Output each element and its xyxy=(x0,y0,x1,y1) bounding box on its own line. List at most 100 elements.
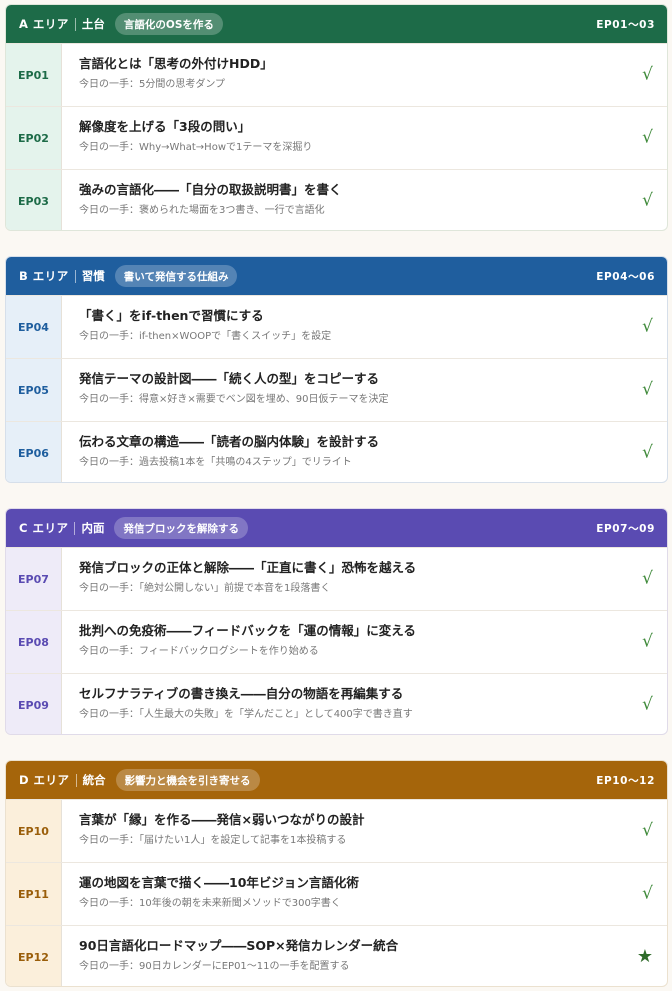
episode-content: 批判への免疫術――フィードバックを「運の情報」に変える 今日の一手：フィードバッ… xyxy=(62,611,667,673)
tagline-badge: 発信ブロックを解除する xyxy=(114,517,248,539)
check-icon: √ xyxy=(642,64,653,85)
episode-title: 強みの言語化――「自分の取扱説明書」を書く xyxy=(79,182,342,197)
episode-action: 今日の一手：得意×好き×需要でベン図を埋め、90日仮テーマを決定 xyxy=(79,394,389,405)
category-label: 土台 xyxy=(81,17,105,31)
episode-number: EP09 xyxy=(6,674,62,734)
episode-range: EP01〜03 xyxy=(596,18,655,31)
section-a: A エリア 土台 言語化のOSを作る EP01〜03 EP01 言語化とは「思考… xyxy=(5,4,668,231)
episode-title: 「書く」をif-thenで習慣にする xyxy=(79,308,264,323)
tagline-badge: 影響力と機会を引き寄せる xyxy=(115,769,260,791)
category-label: 内面 xyxy=(81,521,105,535)
episode-row[interactable]: EP02 解像度を上げる「3段の問い」 今日の一手：Why→What→Howで1… xyxy=(6,106,667,169)
check-icon: √ xyxy=(642,568,653,589)
episode-title: 運の地図を言葉で描く――10年ビジョン言語化術 xyxy=(79,875,359,890)
episode-number: EP11 xyxy=(6,863,62,925)
episode-row[interactable]: EP10 言葉が「縁」を作る――発信×弱いつながりの設計 今日の一手：「届けたい… xyxy=(6,799,667,862)
episode-action: 今日の一手：「絶対公開しない」前提で本音を1段落書く xyxy=(79,583,331,594)
episode-action: 今日の一手：褒められた場面を3つ書き、一行で言語化 xyxy=(79,205,325,216)
episode-content: セルフナラティブの書き換え――自分の物語を再編集する 今日の一手：「人生最大の失… xyxy=(62,674,667,734)
episode-row[interactable]: EP07 発信ブロックの正体と解除――「正直に書く」恐怖を越える 今日の一手：「… xyxy=(6,547,667,610)
episode-title: セルフナラティブの書き換え――自分の物語を再編集する xyxy=(79,686,404,701)
section-c: C エリア 内面 発信ブロックを解除する EP07〜09 EP07 発信ブロック… xyxy=(5,508,668,735)
episode-title: 言葉が「縁」を作る――発信×弱いつながりの設計 xyxy=(79,812,365,827)
episode-content: 「書く」をif-thenで習慣にする 今日の一手：if-then×WOOPで「書… xyxy=(62,296,667,358)
episode-roadmap: A エリア 土台 言語化のOSを作る EP01〜03 EP01 言語化とは「思考… xyxy=(0,0,672,991)
episode-content: 言葉が「縁」を作る――発信×弱いつながりの設計 今日の一手：「届けたい1人」を設… xyxy=(62,800,667,862)
category-label: 習慣 xyxy=(81,269,105,283)
episode-number: EP10 xyxy=(6,800,62,862)
check-icon: √ xyxy=(642,442,653,463)
episode-number: EP02 xyxy=(6,107,62,169)
episode-title: 伝わる文章の構造――「読者の脳内体験」を設計する xyxy=(79,434,380,449)
episode-range: EP04〜06 xyxy=(596,270,655,283)
episode-title: 言語化とは「思考の外付けHDD」 xyxy=(79,56,273,71)
check-icon: √ xyxy=(642,883,653,904)
episode-number: EP07 xyxy=(6,548,62,610)
episode-action: 今日の一手：「届けたい1人」を設定して記事を1本投稿する xyxy=(79,835,347,846)
episode-row[interactable]: EP12 90日言語化ロードマップ――SOP×発信カレンダー統合 今日の一手：9… xyxy=(6,925,667,986)
check-icon: √ xyxy=(642,316,653,337)
episode-content: 90日言語化ロードマップ――SOP×発信カレンダー統合 今日の一手：90日カレン… xyxy=(62,926,667,986)
divider xyxy=(75,773,77,787)
episode-action: 今日の一手：10年後の朝を未来新聞メソッドで300字書く xyxy=(79,898,341,909)
episode-range: EP07〜09 xyxy=(596,522,655,535)
episode-row[interactable]: EP08 批判への免疫術――フィードバックを「運の情報」に変える 今日の一手：フ… xyxy=(6,610,667,673)
episode-action: 今日の一手：5分間の思考ダンプ xyxy=(79,79,226,90)
divider xyxy=(74,269,76,283)
divider xyxy=(74,521,76,535)
episode-title: 90日言語化ロードマップ――SOP×発信カレンダー統合 xyxy=(79,938,399,953)
star-icon: ★ xyxy=(636,946,653,967)
episode-title: 発信テーマの設計図――「続く人の型」をコピーする xyxy=(79,371,380,386)
check-icon: √ xyxy=(642,190,653,211)
section-d: D エリア 統合 影響力と機会を引き寄せる EP10〜12 EP10 言葉が「縁… xyxy=(5,760,668,987)
divider xyxy=(74,17,76,31)
episode-row[interactable]: EP06 伝わる文章の構造――「読者の脳内体験」を設計する 今日の一手：過去投稿… xyxy=(6,421,667,482)
episode-number: EP04 xyxy=(6,296,62,358)
check-icon: √ xyxy=(642,379,653,400)
episode-number: EP08 xyxy=(6,611,62,673)
area-label: D エリア xyxy=(19,773,70,787)
episode-row[interactable]: EP04 「書く」をif-thenで習慣にする 今日の一手：if-then×WO… xyxy=(6,295,667,358)
category-label: 統合 xyxy=(82,773,106,787)
episode-content: 解像度を上げる「3段の問い」 今日の一手：Why→What→Howで1テーマを深… xyxy=(62,107,667,169)
episode-title: 発信ブロックの正体と解除――「正直に書く」恐怖を越える xyxy=(79,560,417,575)
area-label: C エリア xyxy=(19,521,69,535)
episode-content: 運の地図を言葉で描く――10年ビジョン言語化術 今日の一手：10年後の朝を未来新… xyxy=(62,863,667,925)
episode-content: 伝わる文章の構造――「読者の脳内体験」を設計する 今日の一手：過去投稿1本を「共… xyxy=(62,422,667,482)
check-icon: √ xyxy=(642,631,653,652)
episode-row[interactable]: EP01 言語化とは「思考の外付けHDD」 今日の一手：5分間の思考ダンプ √ xyxy=(6,43,667,106)
episode-number: EP03 xyxy=(6,170,62,230)
episode-action: 今日の一手：Why→What→Howで1テーマを深掘り xyxy=(79,142,313,153)
episode-action: 今日の一手：フィードバックログシートを作り始める xyxy=(79,646,319,657)
tagline-badge: 書いて発信する仕組み xyxy=(114,265,238,287)
section-header: D エリア 統合 影響力と機会を引き寄せる EP10〜12 xyxy=(6,761,667,799)
episode-content: 発信ブロックの正体と解除――「正直に書く」恐怖を越える 今日の一手：「絶対公開し… xyxy=(62,548,667,610)
section-header: C エリア 内面 発信ブロックを解除する EP07〜09 xyxy=(6,509,667,547)
episode-action: 今日の一手：過去投稿1本を「共鳴の4ステップ」でリライト xyxy=(79,457,352,468)
episode-title: 批判への免疫術――フィードバックを「運の情報」に変える xyxy=(79,623,416,638)
episode-action: 今日の一手：「人生最大の失敗」を「学んだこと」として400字で書き直す xyxy=(79,709,413,720)
check-icon: √ xyxy=(642,694,653,715)
episode-row[interactable]: EP11 運の地図を言葉で描く――10年ビジョン言語化術 今日の一手：10年後の… xyxy=(6,862,667,925)
tagline-badge: 言語化のOSを作る xyxy=(114,13,223,35)
episode-number: EP05 xyxy=(6,359,62,421)
episode-row[interactable]: EP03 強みの言語化――「自分の取扱説明書」を書く 今日の一手：褒められた場面… xyxy=(6,169,667,230)
episode-range: EP10〜12 xyxy=(596,774,655,787)
episode-number: EP06 xyxy=(6,422,62,482)
episode-content: 言語化とは「思考の外付けHDD」 今日の一手：5分間の思考ダンプ xyxy=(62,44,667,106)
episode-action: 今日の一手：if-then×WOOPで「書くスイッチ」を設定 xyxy=(79,331,332,342)
episode-number: EP12 xyxy=(6,926,62,986)
episode-title: 解像度を上げる「3段の問い」 xyxy=(79,119,251,134)
episode-number: EP01 xyxy=(6,44,62,106)
episode-content: 発信テーマの設計図――「続く人の型」をコピーする 今日の一手：得意×好き×需要で… xyxy=(62,359,667,421)
episode-action: 今日の一手：90日カレンダーにEP01〜11の一手を配置する xyxy=(79,961,350,972)
episode-row[interactable]: EP09 セルフナラティブの書き換え――自分の物語を再編集する 今日の一手：「人… xyxy=(6,673,667,734)
episode-row[interactable]: EP05 発信テーマの設計図――「続く人の型」をコピーする 今日の一手：得意×好… xyxy=(6,358,667,421)
section-header: B エリア 習慣 書いて発信する仕組み EP04〜06 xyxy=(6,257,667,295)
episode-content: 強みの言語化――「自分の取扱説明書」を書く 今日の一手：褒められた場面を3つ書き… xyxy=(62,170,667,230)
section-b: B エリア 習慣 書いて発信する仕組み EP04〜06 EP04 「書く」をif… xyxy=(5,256,668,483)
section-header: A エリア 土台 言語化のOSを作る EP01〜03 xyxy=(6,5,667,43)
area-label: A エリア xyxy=(19,17,69,31)
area-label: B エリア xyxy=(19,269,69,283)
check-icon: √ xyxy=(642,127,653,148)
